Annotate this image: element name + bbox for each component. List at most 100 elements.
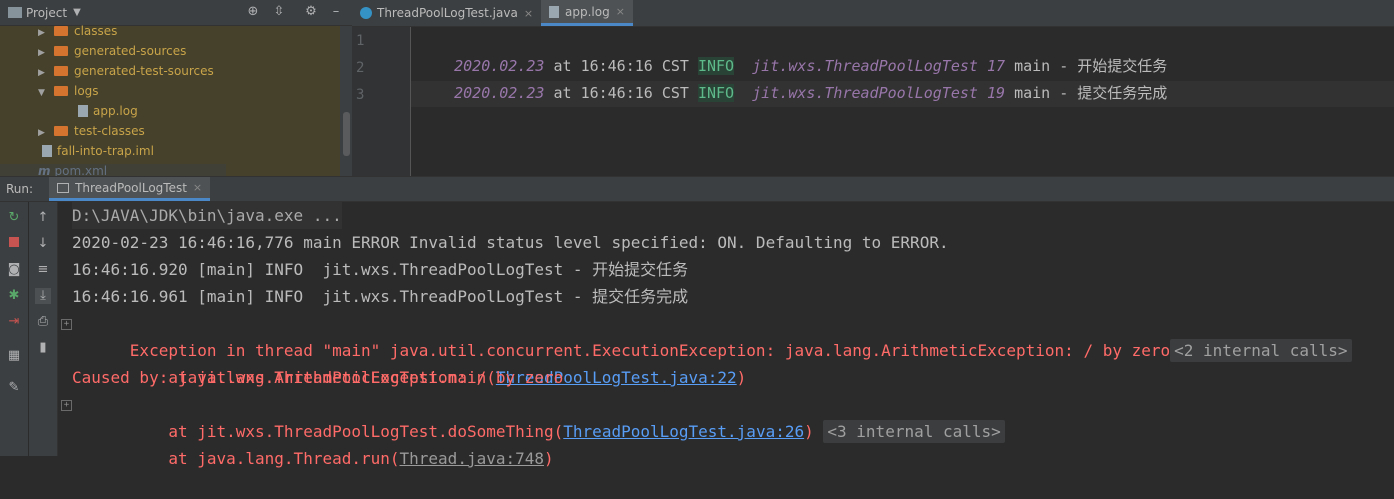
log-date: 2020.02.23: [454, 84, 545, 102]
stack-text: ): [804, 422, 814, 441]
console-command-line: D:\JAVA\JDK\bin\java.exe ...: [72, 202, 342, 229]
console-line: 16:46:16.961 [main] INFO jit.wxs.ThreadP…: [72, 287, 689, 306]
tree-item-label: classes: [74, 24, 118, 38]
print-icon[interactable]: ⎙: [35, 314, 51, 330]
layout-icon[interactable]: ▦: [6, 348, 22, 364]
debug-icon[interactable]: ✱: [6, 288, 22, 304]
project-view-icon[interactable]: [8, 7, 22, 18]
run-toolbar-left: ↻ ◙ ✱ ⇥ ▦ ✎: [0, 202, 28, 456]
log-time: 16:46:16: [580, 84, 653, 102]
gear-icon[interactable]: ⚙: [303, 4, 319, 20]
arrow-up-icon[interactable]: ↑: [35, 210, 51, 226]
log-separator: -: [1059, 84, 1069, 102]
log-message: 提交任务完成: [1077, 84, 1168, 102]
stop-icon[interactable]: [6, 236, 22, 252]
soft-wrap-icon[interactable]: ≡: [35, 262, 51, 278]
run-header: Run: ThreadPoolLogTest ×: [0, 176, 1394, 202]
tab-app-log[interactable]: app.log ×: [541, 0, 633, 26]
console-stack-line: at java.lang.Thread.run(Thread.java:748): [72, 418, 553, 468]
project-title[interactable]: Project: [26, 6, 67, 20]
console-stack-line: at jit.wxs.ThreadPoolLogTest.doSomeThing…: [72, 391, 1005, 443]
internal-calls-fold[interactable]: <2 internal calls>: [1170, 339, 1352, 362]
text-file-icon: [549, 5, 560, 18]
project-panel: Project ▼ ⊕ ⇳ ⚙ – ▶ classes ▶ generated-so…: [0, 0, 352, 176]
run-toolbar-right: ↑ ↓ ≡ ⤓ ⎙ ▮: [29, 202, 58, 456]
tab-label: app.log: [565, 4, 610, 19]
source-link[interactable]: ThreadPoolLogTest.java:26: [563, 422, 804, 441]
console-line: 16:46:16.920 [main] INFO jit.wxs.ThreadP…: [72, 260, 689, 279]
chevron-down-icon[interactable]: ▼: [73, 7, 81, 18]
tree-item-generated-test-sources[interactable]: ▶ generated-test-sources: [38, 61, 214, 81]
log-level: INFO: [697, 84, 735, 102]
close-icon[interactable]: ×: [616, 5, 625, 18]
tab-run-config[interactable]: ThreadPoolLogTest ×: [49, 177, 211, 201]
log-at: at: [553, 84, 572, 102]
log-line[interactable]: 2020.02.23 at 16:46:16 CST INFO jit.wxs.…: [418, 27, 1167, 75]
chevron-right-icon[interactable]: ▶: [38, 123, 48, 143]
rerun-icon[interactable]: ↻: [6, 210, 22, 226]
tab-label: ThreadPoolLogTest: [75, 180, 187, 195]
chevron-right-icon[interactable]: ▶: [38, 23, 48, 43]
java-class-icon: [360, 7, 372, 19]
tree-item-iml[interactable]: fall-into-trap.iml: [42, 141, 154, 161]
stack-text: ): [736, 368, 747, 387]
close-icon[interactable]: ×: [193, 181, 202, 194]
tree-item-label: logs: [74, 84, 99, 98]
scroll-to-end-icon[interactable]: ⤓: [35, 288, 51, 304]
tree-item-app-log[interactable]: app.log: [78, 101, 138, 121]
arrow-down-icon[interactable]: ↓: [35, 236, 51, 252]
console-output[interactable]: D:\JAVA\JDK\bin\java.exe ... 2020-02-23 …: [58, 202, 1394, 468]
tree-item-generated-sources[interactable]: ▶ generated-sources: [38, 41, 186, 61]
locate-icon[interactable]: ⊕: [245, 4, 261, 20]
run-config-icon: [57, 182, 70, 193]
log-logger: jit.wxs.ThreadPoolLogTest: [752, 84, 978, 102]
editor-tabs: ThreadPoolLogTest.java × app.log ×: [352, 0, 1394, 27]
log-thread: main: [1014, 84, 1051, 102]
folder-icon: [54, 126, 68, 136]
folder-icon: [54, 26, 68, 36]
folder-icon: [54, 46, 68, 56]
project-scrollbar[interactable]: [343, 112, 350, 156]
camera-icon[interactable]: ◙: [6, 262, 22, 278]
tree-item-test-classes[interactable]: ▶ test-classes: [38, 121, 145, 141]
pin-icon[interactable]: ✎: [6, 380, 22, 396]
tree-item-label: generated-test-sources: [74, 64, 214, 78]
expand-icon[interactable]: +: [61, 400, 72, 411]
collapse-all-icon[interactable]: ⇳: [271, 4, 287, 20]
expand-icon[interactable]: +: [61, 319, 72, 330]
line-gutter: 1 2 3: [352, 27, 411, 176]
tree-scroll-track: [0, 164, 226, 176]
internal-calls-fold[interactable]: <3 internal calls>: [823, 420, 1005, 443]
tab-threadpoollogtest-java[interactable]: ThreadPoolLogTest.java ×: [352, 0, 541, 26]
chevron-down-icon[interactable]: ▼: [38, 83, 48, 103]
folder-icon: [54, 66, 68, 76]
tree-item-label: fall-into-trap.iml: [57, 144, 154, 158]
trash-icon[interactable]: ▮: [35, 340, 51, 356]
line-number: 1: [356, 33, 365, 49]
console-stack-line: at jit.wxs.ThreadPoolLogTest.main(Thread…: [72, 337, 746, 387]
run-panel: Run: ThreadPoolLogTest × ↻ ◙ ✱ ⇥ ▦ ✎ ↑ ↓…: [0, 176, 1394, 468]
editor-panel: ThreadPoolLogTest.java × app.log × 1 2 3…: [352, 0, 1394, 176]
stack-text: at java.lang.Thread.run(: [129, 449, 400, 468]
tree-item-logs[interactable]: ▼ logs: [38, 81, 99, 101]
console-caused-line: Caused by: java.lang.ArithmeticException…: [72, 368, 564, 387]
source-link[interactable]: Thread.java:748: [400, 449, 545, 468]
console-line: 2020-02-23 16:46:16,776 main ERROR Inval…: [72, 233, 949, 252]
stack-text: ): [544, 449, 554, 468]
tab-label: ThreadPoolLogTest.java: [377, 6, 518, 20]
tree-item-label: generated-sources: [74, 44, 187, 58]
project-tree: ▶ classes ▶ generated-sources ▶ generated-t…: [0, 24, 340, 176]
exit-icon[interactable]: ⇥: [6, 314, 22, 330]
console-exception-line: Exception in thread "main" java.util.con…: [72, 310, 1352, 362]
close-icon[interactable]: ×: [524, 7, 533, 20]
hide-icon[interactable]: –: [328, 4, 344, 20]
line-number: 3: [356, 87, 365, 103]
tree-item-classes[interactable]: ▶ classes: [38, 21, 117, 41]
chevron-right-icon[interactable]: ▶: [38, 43, 48, 63]
tree-item-label: app.log: [93, 104, 138, 118]
folder-icon: [54, 86, 68, 96]
chevron-right-icon[interactable]: ▶: [38, 63, 48, 83]
log-line[interactable]: 2020.02.23 at 16:46:16 CST INFO jit.wxs.…: [418, 54, 1167, 102]
text-file-icon: [78, 105, 88, 117]
log-line-number: 19: [986, 84, 1006, 102]
